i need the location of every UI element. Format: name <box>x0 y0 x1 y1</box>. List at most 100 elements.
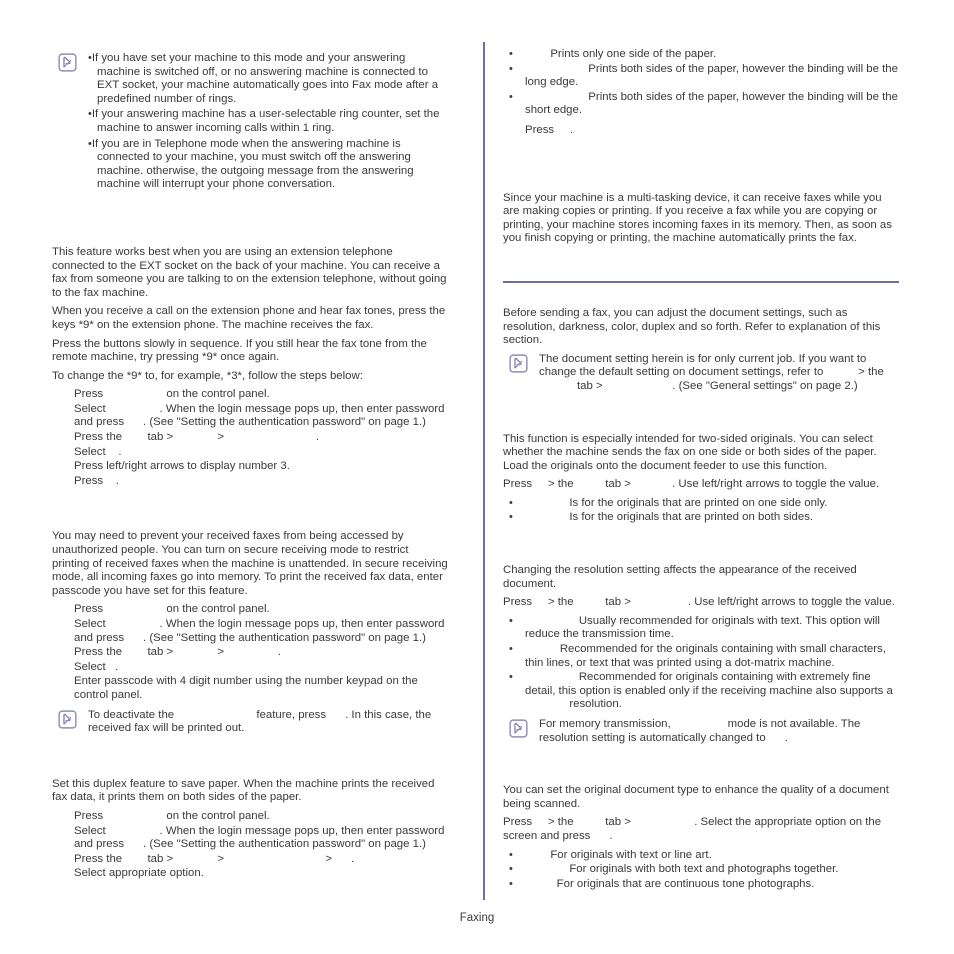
bullet-text-2: resolution. <box>569 698 622 711</box>
step-lead: Press the <box>74 431 123 444</box>
section-heading-resolution <box>503 549 899 564</box>
press-line-duplex-originals: Press > the tab > . Use left/right arrow… <box>503 478 899 492</box>
step-mid: tab > <box>147 431 174 444</box>
list-item: Is for the originals that are printed on… <box>503 511 899 525</box>
note-pencil-icon <box>509 354 528 373</box>
step-list-secure-receiving: Press on the control panel. Select . Whe… <box>52 603 448 702</box>
step-tail: . <box>351 852 355 865</box>
step-lead: Press <box>74 809 104 822</box>
hidden-ui-term <box>631 478 672 490</box>
note-lead: For memory transmission, <box>539 718 671 730</box>
step-tail-2: . (See "Setting the authentication passw… <box>143 416 426 429</box>
hidden-ui-term <box>532 596 548 608</box>
hidden-ui-term <box>525 497 569 509</box>
bullet-text: For originals that are continuous tone p… <box>556 877 815 890</box>
paragraph: To change the *9* to, for example, *3*, … <box>52 369 363 382</box>
page-footer: Faxing <box>0 912 954 924</box>
section-extension-phone: This feature works best when you are usi… <box>52 228 448 489</box>
list-item: •If you are in Telephone mode when the a… <box>88 138 448 192</box>
hidden-ui-term <box>124 416 143 428</box>
list-item: Press on the control panel. <box>74 810 448 824</box>
note-tail: . (See "General settings" on page 2.) <box>672 379 858 392</box>
note-tail: . <box>784 731 788 744</box>
list-item: Select . When the login message pops up,… <box>74 403 448 430</box>
bullet-list-original-type: For originals with text or line art. For… <box>503 849 899 892</box>
hidden-ui-term <box>106 618 160 630</box>
section-rule <box>503 280 899 283</box>
hidden-ui-term <box>106 446 119 458</box>
step-mid: tab > <box>147 646 174 659</box>
section-heading-receiving-in-memory <box>503 174 899 192</box>
paragraph: Set this duplex feature to save paper. W… <box>52 777 435 804</box>
step-tail-2: . (See "Setting the authentication passw… <box>143 838 426 851</box>
press-lead: Press <box>503 816 533 829</box>
bullet-text: Is for the originals that are printed on… <box>569 511 814 524</box>
step-list-extension-phone: Press on the control panel. Select . Whe… <box>52 388 448 488</box>
list-item: Press . <box>525 124 899 138</box>
hidden-ui-term <box>525 863 569 875</box>
step-tail: . <box>569 123 574 136</box>
step-tail: . <box>277 646 282 659</box>
paragraph: When you receive a call on the extension… <box>52 305 446 331</box>
list-item: Select appropriate option. <box>74 867 448 881</box>
hidden-ui-term <box>106 403 160 415</box>
left-column: •If you have set your machine to this mo… <box>52 48 448 887</box>
note-deactivate-secure-receiving: To deactivate the feature, press . In th… <box>52 709 448 736</box>
note-memory-transmission: For memory transmission, mode is not ava… <box>503 718 899 745</box>
hidden-ui-term <box>224 646 278 658</box>
hidden-ui-term <box>525 878 557 890</box>
bullet-text: Recommended for the originals containing… <box>525 643 886 669</box>
list-item: Press the tab > > . <box>74 646 448 660</box>
list-item: Prints both sides of the paper, however … <box>503 63 899 90</box>
section-heading-secure-receiving <box>52 512 448 530</box>
section-heading-extension-phone <box>52 228 448 246</box>
list-item: For originals that are continuous tone p… <box>503 878 899 892</box>
hidden-ui-term <box>539 380 577 392</box>
step-lead: Press <box>74 388 104 401</box>
hidden-ui-term <box>122 646 147 658</box>
step-lead: Select appropriate option. <box>74 867 204 880</box>
note-lead: To deactivate the <box>88 708 175 721</box>
hidden-ui-term <box>103 810 166 822</box>
footer-label: Faxing <box>459 912 495 924</box>
press-mid-2: tab > <box>605 596 631 609</box>
hidden-ui-term <box>103 388 166 400</box>
list-item: Prints only one side of the paper. <box>503 48 899 62</box>
list-item: Select . <box>74 661 448 675</box>
hidden-ui-term <box>525 511 569 523</box>
note-bullet-text-2: If your answering machine has a user-sel… <box>91 108 440 134</box>
step-list-duplex-printing: Press on the control panel. Select . Whe… <box>52 810 448 881</box>
hidden-ui-term <box>525 615 579 627</box>
note-bullet-list: •If you have set your machine to this mo… <box>88 52 448 192</box>
hidden-ui-term <box>525 671 579 683</box>
hidden-ui-term <box>173 431 217 443</box>
step-lead: Select <box>74 402 106 415</box>
press-line-resolution: Press > the tab > . Use left/right arrow… <box>503 596 899 610</box>
note-pencil-icon <box>509 719 528 738</box>
step-lead: Select <box>74 660 106 673</box>
hidden-ui-term <box>525 48 550 60</box>
list-item: Press on the control panel. <box>74 603 448 617</box>
right-column: Prints only one side of the paper. Print… <box>503 48 899 897</box>
paragraph: Before sending a fax, you can adjust the… <box>503 306 881 347</box>
list-item: Press the tab > > . <box>74 431 448 445</box>
step-lead: Press left/right arrows to display numbe… <box>74 460 290 473</box>
note-mid: feature, press <box>256 708 327 721</box>
bullet-text: Recommended for originals containing wit… <box>525 671 893 697</box>
note-document-setting-scope: The document setting herein is for only … <box>503 353 899 394</box>
press-tail: . Use left/right arrows to toggle the va… <box>672 478 880 491</box>
section-secure-receiving: You may need to prevent your received fa… <box>52 512 448 735</box>
list-item: For originals with both text and photogr… <box>503 863 899 877</box>
step-tail: . <box>118 445 122 458</box>
hidden-ui-term <box>525 849 550 861</box>
paragraph: Since your machine is a multi-tasking de… <box>503 191 892 245</box>
paragraph: You can set the original document type t… <box>503 784 889 810</box>
step-lead: Press <box>74 474 104 487</box>
hidden-ui-term <box>106 825 160 837</box>
section-heading-duplex-printing <box>52 760 448 778</box>
note-answering-machine: •If you have set your machine to this mo… <box>52 52 448 192</box>
paragraph: You may need to prevent your received fa… <box>52 530 448 597</box>
hidden-ui-term <box>532 478 548 490</box>
